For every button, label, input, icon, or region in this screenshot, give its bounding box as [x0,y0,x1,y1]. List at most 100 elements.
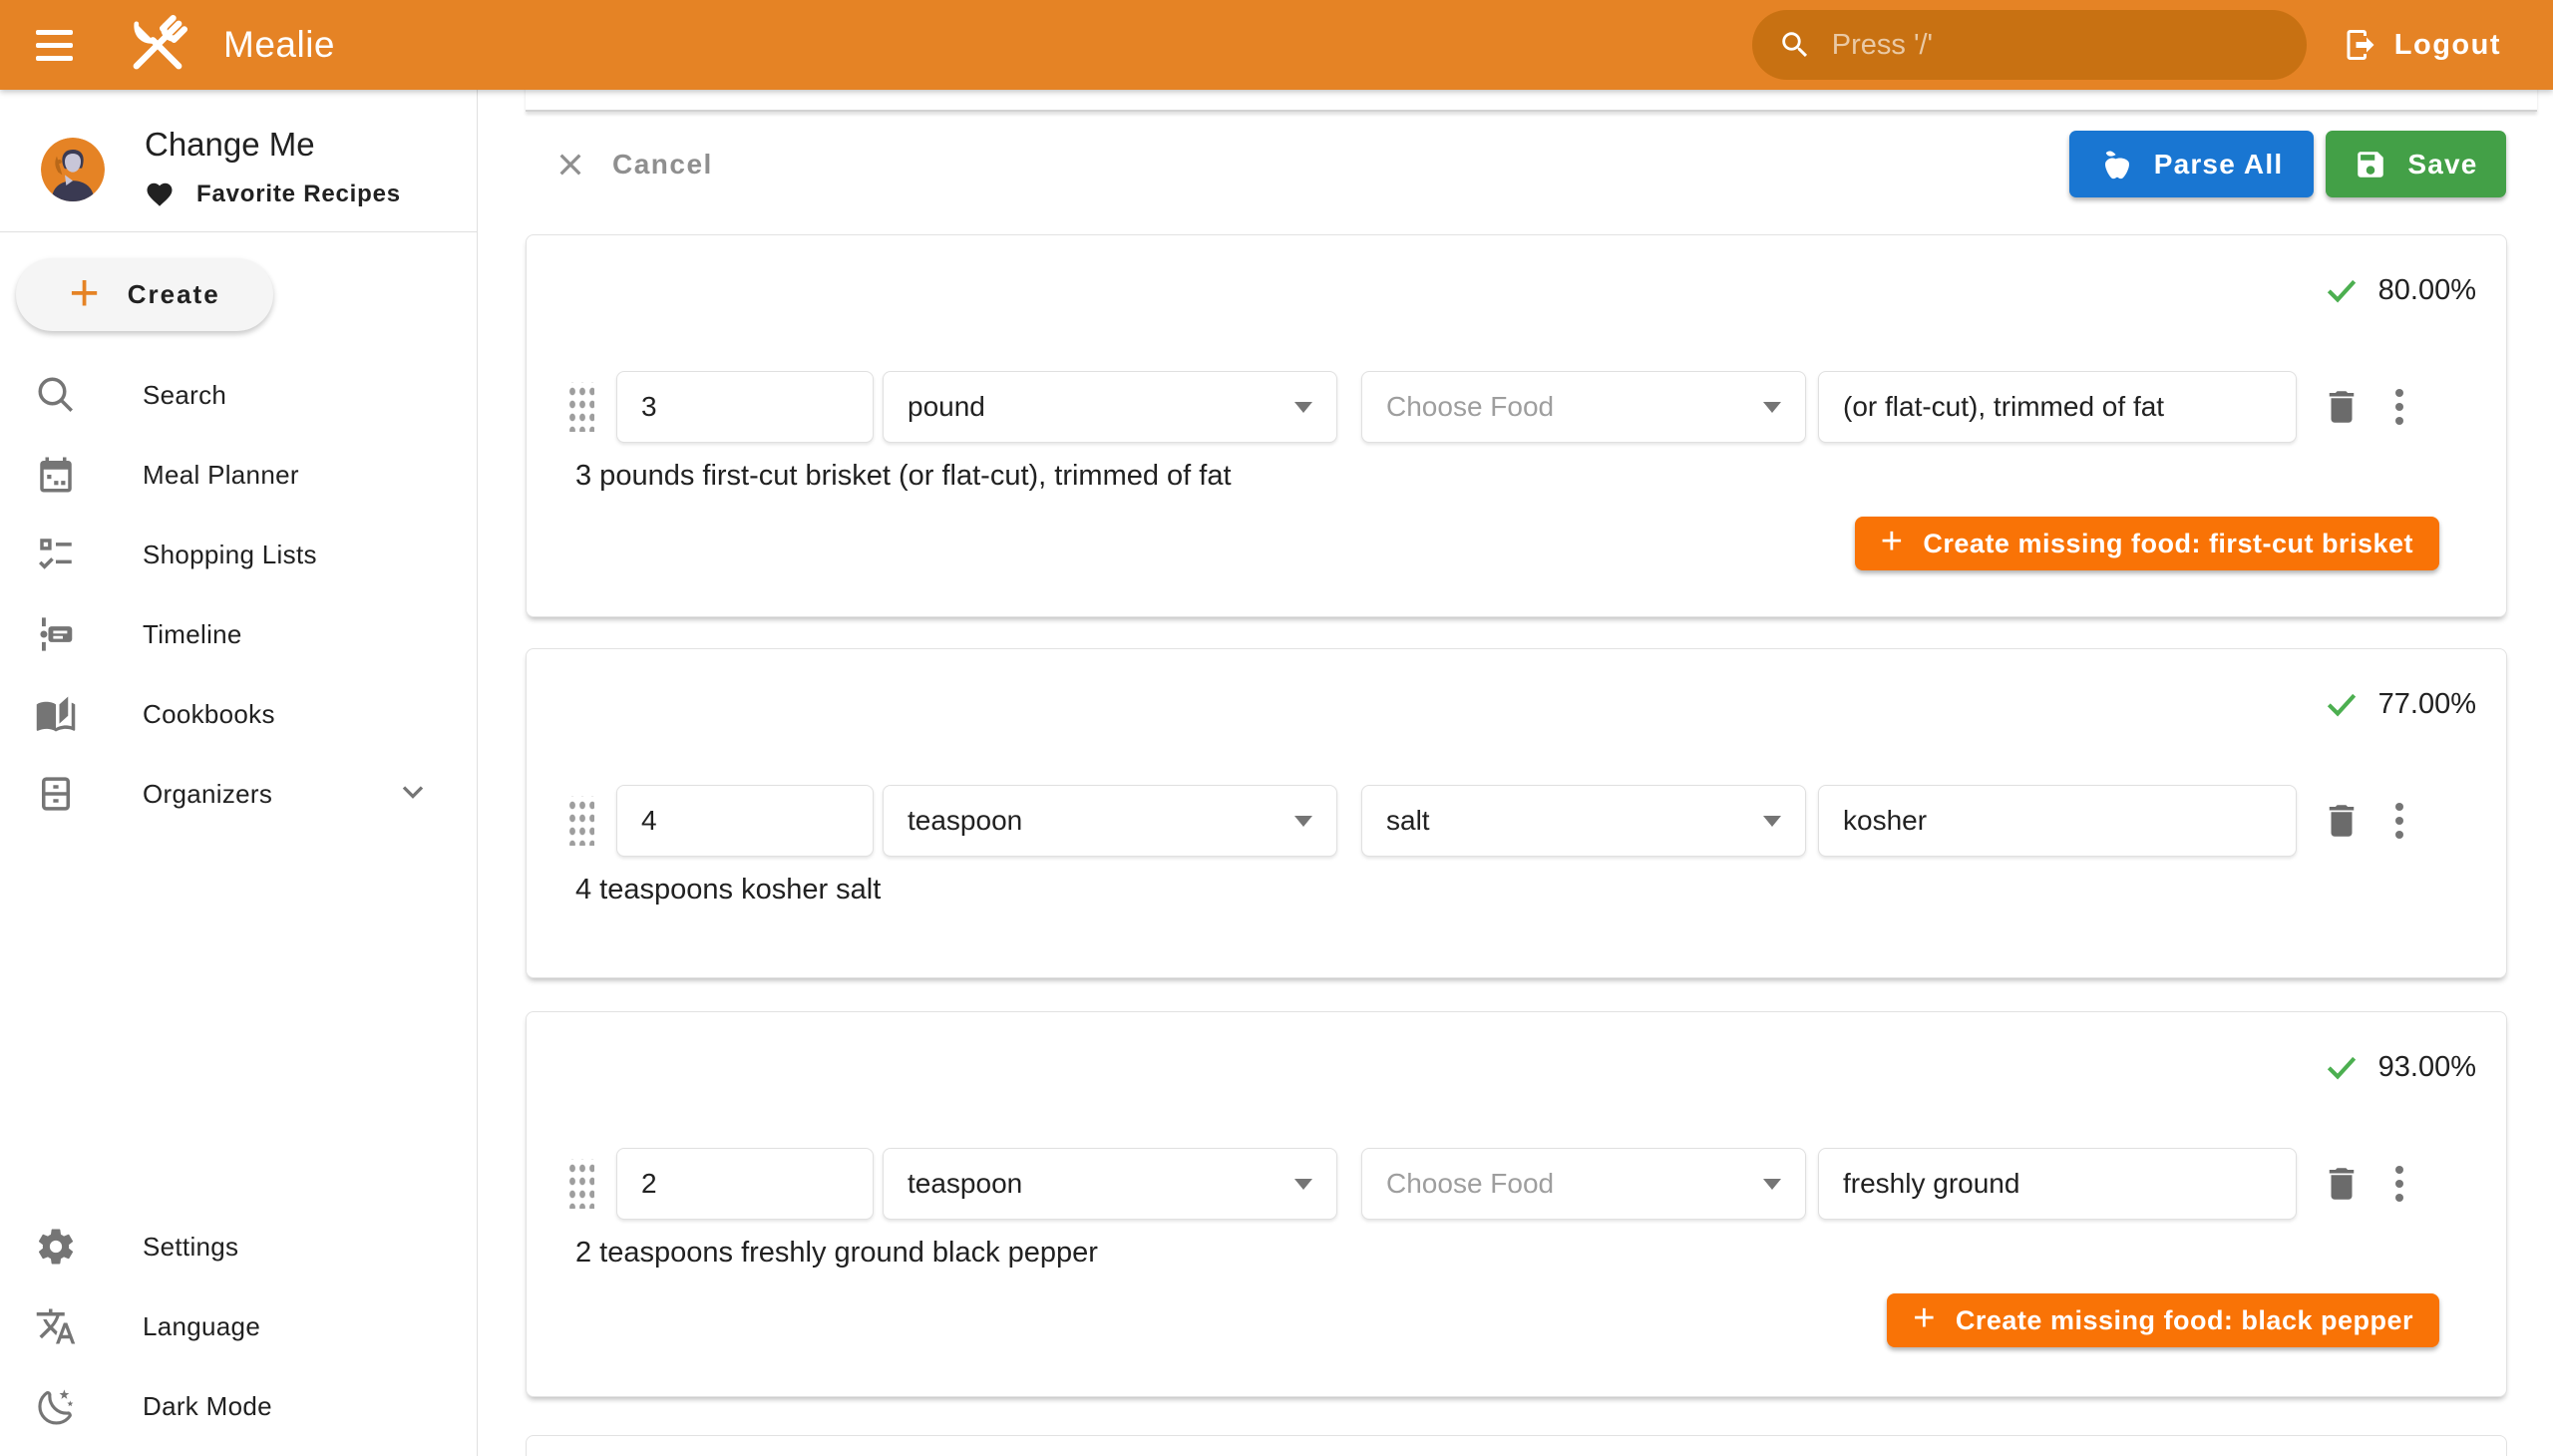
user-name: Change Me [145,126,401,164]
kebab-menu-button[interactable] [2384,384,2414,430]
save-icon [2354,148,2387,182]
logout-icon [2343,27,2378,63]
create-missing-food-button[interactable]: + Create missing food: first-cut brisket [1855,517,2439,570]
ingredient-fields: teaspoon Choose Food [566,1148,2414,1220]
ingredient-card: 77.00% teaspoon salt [526,648,2507,978]
sidebar-item-timeline[interactable]: Timeline [0,594,477,674]
drag-handle-icon[interactable] [566,1159,594,1209]
scrolled-card-edge [526,90,2537,112]
delete-button[interactable] [2321,386,2363,428]
confidence-indicator: 93.00% [2323,1048,2476,1086]
menu-down-icon [1763,402,1781,413]
sidebar-item-shopping-lists[interactable]: Shopping Lists [0,515,477,594]
logout-button[interactable]: Logout [2343,27,2501,63]
delete-button[interactable] [2321,1163,2363,1205]
heart-icon [145,180,175,209]
avatar [41,138,105,201]
moon-icon [35,1385,77,1427]
original-ingredient-text: 4 teaspoons kosher salt [575,874,881,907]
check-icon [2323,271,2361,309]
trash-icon [2321,1163,2363,1205]
trash-icon [2321,800,2363,842]
plus-icon: + [69,267,99,319]
plus-icon: + [1881,521,1904,563]
create-button[interactable]: + Create [16,258,273,331]
app-header: Mealie Press '/' Logout [0,0,2553,90]
search-icon [1778,28,1812,62]
original-ingredient-text: 2 teaspoons freshly ground black pepper [575,1237,1098,1270]
quantity-field[interactable] [616,371,874,443]
confidence-indicator: 80.00% [2323,271,2476,309]
user-block[interactable]: Change Me Favorite Recipes [0,90,477,231]
food-select[interactable]: Choose Food [1361,1148,1806,1220]
mealie-logo-icon [118,5,197,85]
create-missing-food-button[interactable]: + Create missing food: black pepper [1887,1293,2439,1347]
save-button[interactable]: Save [2326,131,2506,197]
sidebar-item-cookbooks[interactable]: Cookbooks [0,674,477,754]
favorites-label: Favorite Recipes [196,181,401,208]
note-field[interactable] [1818,371,2297,443]
sidebar-item-dark-mode[interactable]: Dark Mode [0,1366,477,1446]
unit-select[interactable]: teaspoon [883,785,1337,857]
sidebar-item-search[interactable]: Search [0,355,477,435]
parse-all-button[interactable]: Parse All [2069,131,2314,197]
food-select[interactable]: Choose Food [1361,371,1806,443]
logout-label: Logout [2394,29,2501,62]
ingredient-card: 80.00% pound Choose Food [526,234,2507,617]
drag-handle-icon[interactable] [566,796,594,846]
delete-button[interactable] [2321,800,2363,842]
close-icon [554,149,586,181]
checklist-icon [35,534,77,575]
sidebar-bottom: Settings Language Dark Mode [0,1207,477,1446]
sidebar-item-meal-planner[interactable]: Meal Planner [0,435,477,515]
ingredient-fields: teaspoon salt [566,785,2414,857]
confidence-value: 77.00% [2378,688,2476,721]
plus-icon: + [1913,1297,1936,1340]
unit-select[interactable]: teaspoon [883,1148,1337,1220]
create-label: Create [128,279,220,310]
sidebar-item-organizers[interactable]: Organizers [0,754,477,834]
food-select[interactable]: salt [1361,785,1806,857]
apple-icon [2100,148,2134,182]
menu-down-icon [1294,402,1312,413]
menu-hamburger-icon[interactable] [8,0,100,90]
translate-icon [35,1305,77,1347]
sidebar-nav: Search Meal Planner Shopping Lists [0,355,477,834]
drawer-icon [35,773,77,815]
unit-select[interactable]: pound [883,371,1337,443]
magnify-icon [35,374,77,416]
search-input[interactable]: Press '/' [1752,10,2307,80]
confidence-value: 93.00% [2378,1051,2476,1084]
check-icon [2323,685,2361,723]
note-field[interactable] [1818,1148,2297,1220]
menu-down-icon [1763,1179,1781,1190]
confidence-value: 80.00% [2378,274,2476,307]
check-icon [2323,1048,2361,1086]
menu-down-icon [1294,1179,1312,1190]
confidence-indicator: 77.00% [2323,685,2476,723]
drag-handle-icon[interactable] [566,382,594,432]
chevron-down-icon[interactable] [395,774,431,815]
book-open-icon [35,693,77,735]
kebab-menu-button[interactable] [2384,798,2414,844]
favorite-recipes-link[interactable]: Favorite Recipes [145,180,401,209]
main-content: Cancel Parse All Save 80.00% [479,90,2553,1456]
kebab-menu-button[interactable] [2384,1161,2414,1207]
timeline-icon [35,613,77,655]
search-placeholder: Press '/' [1832,29,1933,62]
quantity-field[interactable] [616,785,874,857]
trash-icon [2321,386,2363,428]
sidebar-item-language[interactable]: Language [0,1286,477,1366]
menu-down-icon [1763,816,1781,827]
app-title: Mealie [223,24,335,66]
menu-down-icon [1294,816,1312,827]
quantity-field[interactable] [616,1148,874,1220]
note-field[interactable] [1818,785,2297,857]
original-ingredient-text: 3 pounds first-cut brisket (or flat-cut)… [575,460,1232,493]
calendar-icon [35,454,77,496]
ingredient-card-partial [526,1435,2507,1456]
sidebar-divider [0,231,477,232]
cancel-button[interactable]: Cancel [554,149,713,181]
gear-icon [35,1226,77,1268]
sidebar-item-settings[interactable]: Settings [0,1207,477,1286]
